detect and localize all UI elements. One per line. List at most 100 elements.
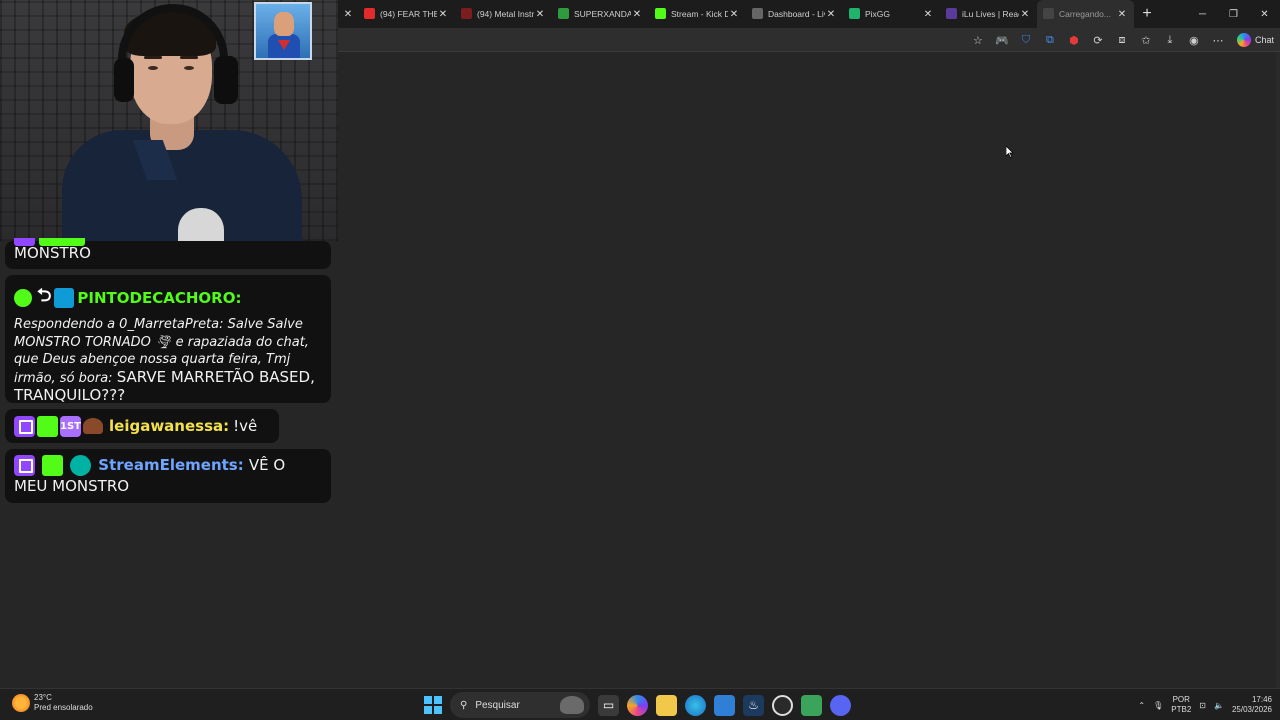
microphone-icon[interactable]: 🎙 bbox=[1153, 701, 1163, 710]
browser-tab[interactable]: PixGG ✕ bbox=[843, 0, 940, 28]
volume-icon[interactable]: 🔈 bbox=[1214, 701, 1224, 710]
browser-tab[interactable]: (94) Metal Instru ✕ bbox=[455, 0, 552, 28]
username: StreamElements: bbox=[98, 456, 244, 474]
chat-message: ⮌ PINTODECACHORO: Respondendo a 0_Marret… bbox=[5, 275, 331, 404]
browser-tab[interactable]: iLu Lives | React ✕ bbox=[940, 0, 1037, 28]
tab-label: (94) Metal Instru bbox=[477, 9, 534, 19]
page-scrollbar[interactable] bbox=[1276, 52, 1280, 688]
tab-close-icon[interactable]: ✕ bbox=[825, 9, 837, 20]
search-placeholder: Pesquisar bbox=[475, 699, 520, 711]
chat-message: 1ST leigawanessa: !vê bbox=[5, 409, 279, 443]
system-tray: ⌃ 🎙 POR PTB2 ⊡ 🔈 17:46 25/03/2026 bbox=[1138, 692, 1272, 718]
mod-badge-icon bbox=[39, 238, 85, 246]
tab-close-icon[interactable]: ✕ bbox=[631, 9, 643, 20]
lang-layout: PTB2 bbox=[1171, 705, 1192, 714]
profile-avatar-icon[interactable]: ◉ bbox=[1185, 31, 1203, 49]
message-text: MONSTRO bbox=[14, 244, 91, 262]
discord-icon[interactable] bbox=[830, 694, 851, 716]
chevron-up-icon[interactable]: ⌃ bbox=[1138, 701, 1145, 710]
kick-icon bbox=[14, 289, 32, 307]
close-window-button[interactable]: ✕ bbox=[1249, 0, 1280, 28]
mod-badge-icon bbox=[42, 455, 64, 476]
first-badge-icon: 1ST bbox=[60, 415, 81, 437]
pixgg-icon bbox=[849, 8, 860, 19]
start-button[interactable] bbox=[424, 696, 442, 714]
restore-button[interactable]: ❐ bbox=[1218, 0, 1249, 28]
tab-close-icon[interactable]: ✕ bbox=[728, 9, 740, 20]
reply-icon: ⮌ bbox=[37, 285, 52, 306]
headphone-left-cup bbox=[114, 58, 134, 102]
file-explorer-icon[interactable] bbox=[656, 694, 677, 716]
tab-close-icon[interactable]: ✕ bbox=[1116, 9, 1128, 20]
username: leigawanessa: bbox=[109, 417, 230, 435]
tab-label: Carregando... bbox=[1059, 9, 1111, 19]
extensions-icon[interactable]: ⟳ bbox=[1089, 31, 1107, 49]
split-screen-icon[interactable]: ⧈ bbox=[1113, 31, 1131, 49]
search-highlight-icon bbox=[560, 696, 584, 714]
bot-badge-icon bbox=[70, 455, 92, 476]
tab-label: Dashboard - Liv bbox=[768, 9, 825, 19]
task-view-icon[interactable]: ▭ bbox=[598, 694, 619, 716]
kick-icon bbox=[655, 8, 666, 19]
gamepad-icon[interactable]: 🎮 bbox=[993, 31, 1011, 49]
photos-app-icon[interactable] bbox=[714, 694, 735, 716]
tab-label: iLu Lives | React bbox=[962, 9, 1019, 19]
chat-label: Chat bbox=[1254, 35, 1274, 45]
taskbar-search[interactable]: ⚲ Pesquisar bbox=[450, 692, 590, 718]
youtube-icon bbox=[364, 8, 375, 19]
mouse-cursor-icon bbox=[1006, 146, 1014, 158]
browser-tab[interactable]: Carregando... ✕ bbox=[1037, 0, 1134, 28]
weather-widget[interactable]: 23°C Pred ensolarado bbox=[12, 693, 93, 713]
tab-label: PixGG bbox=[865, 9, 891, 19]
more-options-icon[interactable]: ⋯ bbox=[1209, 31, 1227, 49]
clock-time: 17:46 bbox=[1251, 695, 1272, 704]
cake-badge-icon bbox=[83, 418, 103, 434]
browser-tab[interactable]: (94) FEAR THE C✕ bbox=[358, 0, 455, 28]
edge-browser-icon[interactable] bbox=[685, 694, 706, 716]
weather-text: 23°C Pred ensolarado bbox=[34, 693, 93, 713]
copilot-app-icon[interactable] bbox=[627, 694, 648, 716]
steam-icon[interactable]: ♨ bbox=[743, 694, 764, 716]
browser-tab[interactable]: Dashboard - Liv ✕ bbox=[746, 0, 843, 28]
bitwarden-icon[interactable]: ⛉ bbox=[1017, 31, 1035, 49]
kick-icon bbox=[558, 8, 569, 19]
weather-sun-icon bbox=[12, 694, 30, 712]
close-icon[interactable]: ✕ bbox=[338, 9, 358, 20]
obs-icon[interactable] bbox=[772, 694, 793, 716]
translate-icon[interactable]: ⧉ bbox=[1041, 31, 1059, 49]
windows-taskbar: 23°C Pred ensolarado ⚲ Pesquisar ▭ ♨ ⌃ 🎙 bbox=[0, 688, 1280, 720]
weather-temp: 23°C bbox=[34, 693, 52, 702]
lang-code: POR bbox=[1172, 695, 1190, 704]
adblock-icon[interactable]: ⬢ bbox=[1065, 31, 1083, 49]
browser-tab[interactable]: SUPERXANDAO✕ bbox=[552, 0, 649, 28]
screen: MONSTRO ⮌ PINTODECACHORO: Respondendo a … bbox=[0, 0, 1280, 720]
download-icon[interactable]: ⤓ bbox=[1161, 31, 1179, 49]
copilot-chat-button[interactable]: Chat bbox=[1236, 33, 1274, 47]
message-header: ⮌ PINTODECACHORO: bbox=[14, 283, 322, 313]
page-icon bbox=[946, 8, 957, 19]
copilot-icon bbox=[1236, 33, 1251, 47]
tab-close-icon[interactable]: ✕ bbox=[1019, 9, 1031, 20]
twitch-badge-icon bbox=[14, 238, 35, 246]
favorites-icon[interactable]: ✩ bbox=[1137, 31, 1155, 49]
tab-close-icon[interactable]: ✕ bbox=[922, 9, 934, 20]
browser-tab[interactable]: Stream - Kick Da✕ bbox=[649, 0, 746, 28]
superhero-poster bbox=[254, 2, 312, 60]
chat-message: StreamElements: VÊ O MEU MONSTRO bbox=[5, 449, 331, 503]
language-indicator[interactable]: POR PTB2 bbox=[1171, 695, 1191, 715]
browser-tabstrip: ✕ (94) FEAR THE C✕(94) Metal Instru✕SUPE… bbox=[338, 0, 1280, 28]
minimize-button[interactable]: ─ bbox=[1187, 0, 1218, 28]
username: PINTODECACHORO: bbox=[77, 289, 242, 307]
tab-close-icon[interactable]: ✕ bbox=[534, 9, 546, 20]
new-tab-button[interactable]: + bbox=[1134, 5, 1160, 23]
streamer-app-icon[interactable] bbox=[801, 694, 822, 716]
tab-close-icon[interactable]: ✕ bbox=[437, 9, 449, 20]
network-icon[interactable]: ⊡ bbox=[1199, 701, 1206, 710]
favorite-star-icon[interactable]: ☆ bbox=[969, 31, 987, 49]
tab-label: (94) FEAR THE C bbox=[380, 9, 437, 19]
clock[interactable]: 17:46 25/03/2026 bbox=[1232, 695, 1272, 715]
search-icon: ⚲ bbox=[460, 699, 468, 711]
weather-desc: Pred ensolarado bbox=[34, 703, 93, 712]
twitch-icon bbox=[14, 415, 35, 437]
toolbar-icons: ☆ 🎮 ⛉ ⧉ ⬢ ⟳ ⧈ ✩ ⤓ ◉ ⋯ Chat bbox=[969, 31, 1274, 49]
